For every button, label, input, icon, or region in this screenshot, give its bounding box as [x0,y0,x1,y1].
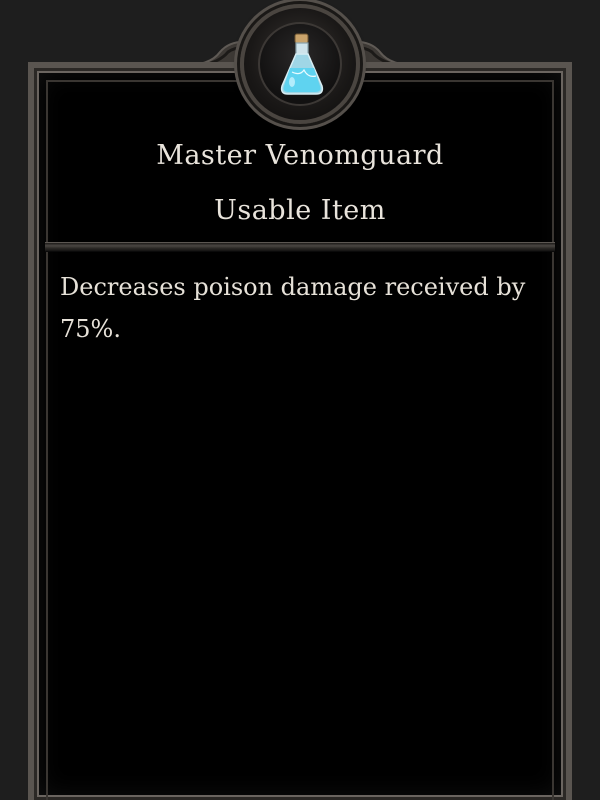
item-icon-frame [258,22,342,106]
item-icon-medallion [240,4,360,124]
card-inner-border [46,80,554,800]
item-name: Master Venomguard [156,140,444,171]
tooltip-frame: Master Venomguard Usable Item Decreases … [0,0,600,800]
item-type: Usable Item [214,195,386,226]
item-card [28,62,572,800]
header-divider [45,242,555,252]
item-description: Decreases poison damage received by 75%. [60,273,526,343]
potion-flask-icon [280,33,324,95]
